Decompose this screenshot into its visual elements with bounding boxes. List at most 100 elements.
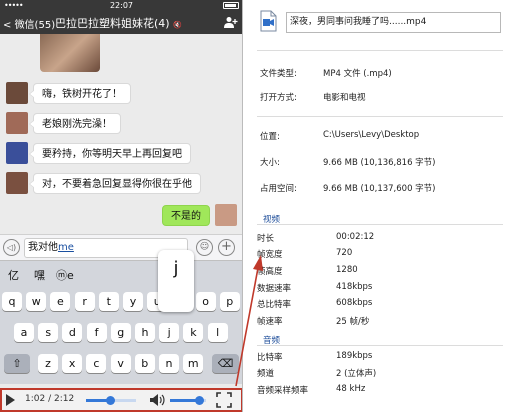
open-with-value: 电影和电视 [323, 93, 366, 103]
location-value: C:\Users\Levy\Desktop [323, 130, 420, 140]
clock: 22:07 [109, 1, 134, 10]
volume-slider[interactable] [170, 396, 206, 405]
key-c[interactable]: c [86, 354, 107, 373]
input-bar: ◁) 我对他me ☺ + [0, 234, 242, 260]
key-preview-popup: j [158, 250, 194, 312]
key-b[interactable]: b [134, 354, 155, 373]
key-h[interactable]: h [135, 323, 155, 342]
video-file-icon [260, 10, 277, 32]
key-w[interactable]: w [26, 292, 47, 311]
key-m[interactable]: m [183, 354, 204, 373]
key-a[interactable]: a [14, 323, 34, 342]
key-p[interactable]: p [219, 292, 240, 311]
phone-screen: ••••• 22:07 < 微信(55) 巴拉巴拉塑料姐妹花(4) 🔇 嗨，铁树… [0, 0, 243, 412]
detail-label: 时长 [257, 234, 275, 244]
key-q[interactable]: q [2, 292, 22, 311]
video-player-controls: 1:02 / 2:12 [0, 388, 242, 412]
key-o[interactable]: o [195, 292, 216, 311]
detail-value: 48 kHz [336, 384, 366, 394]
detail-value: 189kbps [336, 351, 373, 361]
emoji-icon[interactable]: ☺ [196, 239, 213, 256]
key-s[interactable]: s [38, 323, 59, 342]
key-v[interactable]: v [110, 354, 131, 373]
seek-handle[interactable] [105, 396, 115, 405]
key-e[interactable]: e [50, 292, 71, 311]
key-d[interactable]: d [62, 323, 83, 342]
avatar[interactable] [6, 82, 28, 104]
avatar[interactable] [6, 172, 28, 194]
open-with-label: 打开方式: [260, 93, 297, 103]
chat-title-text: 巴拉巴拉塑料姐妹花(4) [55, 17, 170, 30]
voice-input-icon[interactable]: ◁) [3, 239, 20, 256]
detail-label: 帧速率 [257, 317, 283, 327]
avatar[interactable] [6, 142, 28, 164]
playback-time: 1:02 / 2:12 [25, 394, 75, 404]
ime-candidate-bar: 亿 嘿 ⓜe [0, 260, 242, 288]
chat-nav-bar: < 微信(55) 巴拉巴拉塑料姐妹花(4) 🔇 [0, 12, 242, 34]
size-value: 9.66 MB (10,136,816 字节) [323, 158, 436, 168]
message-bubble[interactable]: 要矜持，你等明天早上再回复吧 [29, 143, 191, 164]
delete-key[interactable]: ⌫ [212, 354, 239, 373]
candidate-item[interactable]: 亿 [8, 267, 19, 283]
detail-value: 608kbps [336, 298, 373, 308]
file-properties-panel: 深夜，男同事问我睡了吗......mp4 文件类型: MP4 文件 (.mp4)… [246, 0, 509, 412]
size-label: 大小: [260, 158, 280, 168]
seek-bar[interactable] [86, 396, 136, 405]
back-button[interactable]: < 微信(55) [3, 16, 55, 31]
my-message-row: 不是的 [127, 204, 237, 228]
detail-label: 音频采样频率 [257, 386, 309, 396]
divider [257, 50, 503, 51]
size-on-disk-value: 9.66 MB (10,137,600 字节) [323, 184, 436, 194]
key-k[interactable]: k [183, 323, 204, 342]
key-r[interactable]: r [74, 292, 95, 311]
chat-title: 巴拉巴拉塑料姐妹花(4) 🔇 [55, 15, 182, 31]
key-g[interactable]: g [110, 323, 131, 342]
composing-text: me [58, 242, 74, 253]
my-avatar[interactable] [215, 204, 237, 226]
key-l[interactable]: l [207, 323, 228, 342]
avatar[interactable] [6, 112, 28, 134]
key-x[interactable]: x [62, 354, 83, 373]
fullscreen-icon[interactable] [216, 392, 232, 408]
chat-area: 嗨，铁树开花了！ 老娘刚洗完澡！ 要矜持，你等明天早上再回复吧 对，不要着急回复… [0, 34, 242, 232]
volume-icon[interactable] [149, 393, 165, 407]
location-label: 位置: [260, 132, 280, 142]
detail-value: 720 [336, 248, 353, 258]
candidate-item[interactable]: ⓜe [56, 267, 74, 283]
key-t[interactable]: t [98, 292, 119, 311]
detail-value: 418kbps [336, 282, 373, 292]
detail-label: 总比特率 [257, 300, 292, 310]
key-j[interactable]: j [159, 323, 180, 342]
mute-icon: 🔇 [173, 21, 182, 29]
back-label: 微信(55) [14, 20, 56, 31]
section-divider [257, 345, 503, 346]
my-message-bubble[interactable]: 不是的 [162, 205, 210, 226]
play-icon[interactable] [6, 394, 15, 406]
key-z[interactable]: z [38, 354, 58, 373]
detail-value: 2 (立体声) [336, 369, 377, 379]
detail-label: 帧高度 [257, 267, 283, 277]
typed-text: 我对他 [28, 242, 58, 253]
divider [257, 116, 503, 117]
key-y[interactable]: y [123, 292, 143, 311]
battery-icon [223, 2, 239, 9]
detail-label: 帧宽度 [257, 250, 283, 260]
filetype-value: MP4 文件 (.mp4) [323, 69, 392, 79]
shift-key[interactable]: ⇧ [4, 354, 30, 373]
volume-handle[interactable] [194, 396, 204, 405]
status-bar: ••••• 22:07 [0, 0, 242, 12]
detail-value: 00:02:12 [336, 232, 375, 242]
group-members-icon[interactable] [224, 16, 238, 28]
filename-field[interactable]: 深夜，男同事问我睡了吗......mp4 [286, 12, 501, 33]
size-on-disk-label: 占用空间: [260, 184, 297, 194]
message-bubble[interactable]: 嗨，铁树开花了！ [29, 83, 131, 104]
candidate-item[interactable]: 嘿 [34, 267, 45, 283]
plus-icon[interactable]: + [218, 239, 235, 256]
key-n[interactable]: n [159, 354, 179, 373]
detail-label: 频道 [257, 369, 275, 379]
key-f[interactable]: f [86, 323, 107, 342]
image-message[interactable] [40, 34, 100, 72]
detail-value: 1280 [336, 265, 358, 275]
message-bubble[interactable]: 对，不要着急回复显得你很在乎他 [29, 173, 201, 194]
message-bubble[interactable]: 老娘刚洗完澡！ [29, 113, 121, 134]
